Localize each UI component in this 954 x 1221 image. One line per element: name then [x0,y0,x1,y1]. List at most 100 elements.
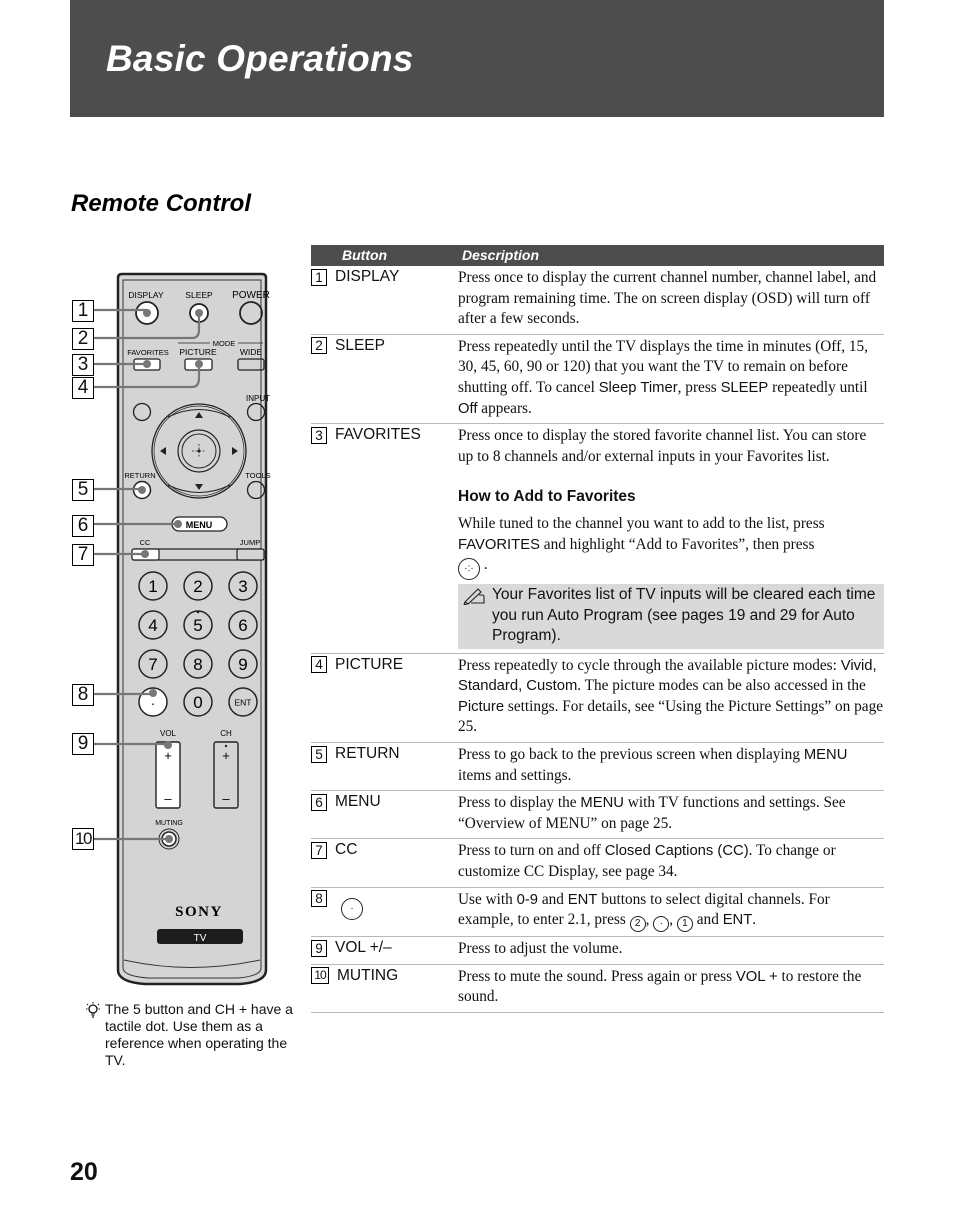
ch-plus-label: + [222,748,230,763]
callout-10: 10 [72,828,94,850]
chapter-banner: Basic Operations [70,0,884,117]
digit-label: · [151,695,156,711]
digit-label: 3 [238,577,247,596]
muting-label: MUTING [155,820,183,827]
subheading-how-to-add: How to Add to Favorites [458,488,636,506]
button-description: Press to adjust the volume. [458,940,623,958]
digit-label: 6 [238,616,247,635]
menu-label: MENU [186,520,213,530]
row-number: 9 [311,939,327,957]
tip-text: The 5 button and CH + have a tactile dot… [105,1001,293,1068]
row-number: 1 [311,268,327,286]
table-row: 1 DISPLAY Press once to display the curre… [311,266,884,335]
tip-note: The 5 button and CH + have a tactile dot… [85,1001,295,1069]
callout-1: 1 [72,300,94,322]
pencil-note-icon [463,588,485,606]
digit-label: 5 [193,616,202,635]
jump-label: JUMP [240,538,260,547]
ent-label: ENT [235,698,252,708]
favorites-description: Press once to display the stored favorit… [458,427,867,465]
row-number: 5 [311,745,327,763]
button-name: VOL +/– [335,939,392,957]
cc-label: CC [140,538,151,547]
select-button-icon: ·:· [458,558,480,581]
row-number: 10 [311,967,329,985]
table-row: 9 VOL +/– Press to adjust the volume. [311,937,884,965]
remote-control-drawing: DISPLAY SLEEP POWER MODE FAVORITES PICTU… [92,272,271,986]
button-description: Press to mute the sound. Press again or … [458,967,862,1006]
table-row: 10 MUTING Press to mute the sound. Press … [311,965,884,1013]
row-number: 4 [311,656,327,674]
wide-label: WIDE [240,347,263,357]
row-number: 6 [311,793,327,811]
table-row: 8 · Use with 0-9 and ENT buttons to selec… [311,888,884,938]
tools-label: TOOLS [245,471,270,480]
row-number: 7 [311,841,327,859]
button-description-table: Button Description 1 DISPLAY Press once t… [311,245,884,1013]
callout-8: 8 [72,684,94,706]
tv-label: TV [194,933,207,944]
row-number: 3 [311,426,327,444]
tactile-dot [196,610,200,614]
button-description: Press to turn on and off Closed Captions… [458,842,836,880]
vol-minus-label: – [164,791,172,806]
button-description: Press to display the MENU with TV functi… [458,794,846,832]
table-row: 5 RETURN Press to go back to the previous… [311,743,884,792]
digit-label: 9 [238,655,247,674]
digit-label: 1 [148,577,157,596]
digit-label: 4 [148,616,157,635]
digit-label: 8 [193,655,202,674]
row-number: 8 [311,889,327,907]
table-row: 3 FAVORITES Press once to display the sto… [311,424,884,654]
page-number: 20 [70,1158,98,1186]
button-description: Press once to display the current channe… [458,269,877,328]
button-name: DISPLAY [335,268,400,285]
note-box: Your Favorites list of TV inputs will be… [458,584,884,649]
button-name: MUTING [337,966,399,984]
digit-label: 0 [193,693,202,712]
favorites-label: FAVORITES [127,348,169,357]
section-title: Remote Control [71,190,251,217]
callout-4: 4 [72,377,94,399]
digit-label: 2 [193,577,202,596]
table-header: Button Description [311,245,884,266]
picture-label: PICTURE [179,347,217,357]
display-label: DISPLAY [128,290,164,300]
callout-6: 6 [72,515,94,537]
power-label: POWER [232,290,270,301]
callout-9: 9 [72,733,94,755]
button-name: SLEEP [335,336,385,354]
button-description: Use with 0-9 and ENT buttons to select d… [458,890,884,933]
dot-button-icon: · [341,897,363,920]
jump-button[interactable] [236,548,265,561]
button-description: Press repeatedly until the TV displays t… [458,337,868,417]
input-label: INPUT [246,394,270,403]
row-number: 2 [311,337,327,355]
table-row: 2 SLEEP Press repeatedly until the TV dis… [311,335,884,425]
digit-2-icon: 2 [629,916,646,933]
note-text: Your Favorites list of TV inputs will be… [492,586,876,645]
vol-plus-label: + [164,748,172,763]
favorites-instructions: While tuned to the channel you want to a… [458,514,884,581]
callout-5: 5 [72,479,94,501]
callout-3: 3 [72,354,94,376]
dot-icon: · [653,916,670,933]
button-description: Press once to display the stored favorit… [458,426,884,581]
vol-label: VOL [160,729,177,738]
ch-label: CH [220,729,232,738]
table-row: 4 PICTURE Press repeatedly to cycle throu… [311,654,884,743]
sleep-label: SLEEP [185,290,213,300]
chapter-title: Basic Operations [106,38,414,79]
callout-2: 2 [72,328,94,350]
button-description: Press repeatedly to cycle through the av… [458,656,884,736]
callout-7: 7 [72,544,94,566]
button-description: Press to go back to the previous screen … [458,746,848,784]
button-name: MENU [335,793,381,811]
button-name: RETURN [335,745,400,762]
digit-1-icon: 1 [676,916,693,933]
sony-logo: SONY [175,904,223,920]
table-row: 7 CC Press to turn on and off Closed Capt… [311,839,884,888]
table-row: 6 MENU Press to display the MENU with TV … [311,791,884,840]
button-name: FAVORITES [335,426,421,444]
button-name: CC [335,841,358,859]
